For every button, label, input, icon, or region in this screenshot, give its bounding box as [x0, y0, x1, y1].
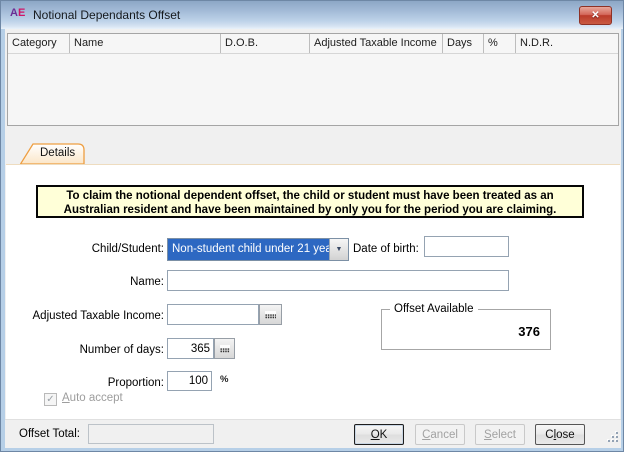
- number-of-days-input[interactable]: [167, 338, 214, 359]
- number-of-days-label: Number of days:: [16, 344, 164, 356]
- close-button[interactable]: Close: [535, 424, 585, 445]
- auto-accept-label: Auto accept: [62, 392, 123, 404]
- offset-total-label: Offset Total:: [19, 428, 80, 440]
- cancel-button: Cancel: [415, 424, 465, 445]
- child-student-selected-value: Non-student child under 21 years: [168, 239, 329, 260]
- adjusted-taxable-income-input[interactable]: [167, 304, 259, 325]
- tab-details-label: Details: [40, 147, 75, 159]
- ati-calculator-button[interactable]: [259, 304, 282, 325]
- proportion-label: Proportion:: [16, 377, 164, 389]
- select-button: Select: [475, 424, 525, 445]
- column-header-days[interactable]: Days: [442, 34, 483, 53]
- column-header-category[interactable]: Category: [8, 34, 69, 53]
- calendar-icon: [220, 345, 230, 353]
- adjusted-taxable-income-label: Adjusted Taxable Income:: [16, 310, 164, 322]
- column-header-dob[interactable]: D.O.B.: [220, 34, 309, 53]
- name-label: Name:: [16, 276, 164, 288]
- dialog-client-area: Category Name D.O.B. Adjusted Taxable In…: [5, 29, 621, 448]
- close-window-button[interactable]: ✕: [579, 6, 612, 25]
- column-header-percent[interactable]: %: [483, 34, 515, 53]
- details-panel: To claim the notional dependent offset, …: [6, 164, 620, 419]
- tab-details[interactable]: Details: [20, 143, 86, 164]
- window-title: Notional Dependants Offset: [33, 8, 180, 22]
- offset-available-value: 376: [518, 324, 540, 339]
- close-icon: ✕: [591, 10, 599, 21]
- child-student-dropdown[interactable]: Non-student child under 21 years ▼: [167, 238, 349, 261]
- days-calendar-button[interactable]: [214, 338, 235, 359]
- titlebar[interactable]: AE Notional Dependants Offset ✕: [1, 1, 623, 29]
- column-header-ndr[interactable]: N.D.R.: [515, 34, 618, 53]
- proportion-input[interactable]: [167, 371, 212, 391]
- dependants-table[interactable]: Category Name D.O.B. Adjusted Taxable In…: [7, 33, 619, 126]
- auto-accept-checkbox[interactable]: ✓: [44, 393, 57, 406]
- notional-dependants-offset-dialog: AE Notional Dependants Offset ✕ Category…: [0, 0, 624, 452]
- ae-app-icon: AE: [10, 7, 30, 22]
- offset-available-group: Offset Available 376: [381, 309, 551, 350]
- footer-bar: Offset Total: OK Cancel Select Close: [5, 419, 621, 448]
- table-header-row: Category Name D.O.B. Adjusted Taxable In…: [8, 34, 618, 54]
- resize-grip[interactable]: [606, 432, 618, 444]
- calculator-icon: [265, 311, 276, 319]
- date-of-birth-input[interactable]: [424, 236, 509, 257]
- column-header-name[interactable]: Name: [69, 34, 220, 53]
- column-header-adjusted-taxable-income[interactable]: Adjusted Taxable Income: [309, 34, 442, 53]
- offset-total-input: [88, 424, 214, 444]
- claim-notice: To claim the notional dependent offset, …: [36, 185, 584, 218]
- name-input[interactable]: [167, 270, 509, 291]
- checkmark-icon: ✓: [46, 394, 54, 405]
- offset-available-legend: Offset Available: [390, 303, 478, 315]
- child-student-label: Child/Student:: [16, 243, 164, 255]
- ok-button[interactable]: OK: [354, 424, 404, 445]
- date-of-birth-label: Date of birth:: [353, 243, 417, 255]
- percent-symbol: %: [220, 374, 228, 385]
- chevron-down-icon[interactable]: ▼: [329, 239, 348, 260]
